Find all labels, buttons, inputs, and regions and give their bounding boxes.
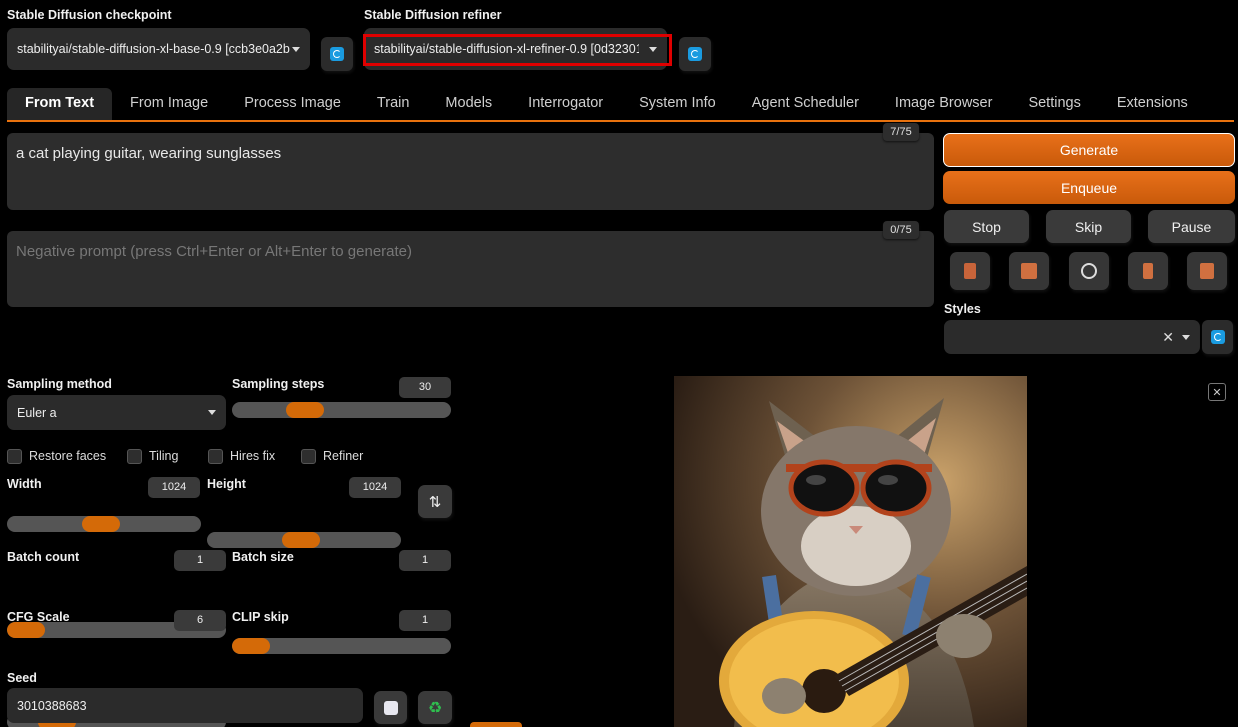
refiner-checkbox-label: Refiner xyxy=(323,449,364,463)
tab-from-image[interactable]: From Image xyxy=(112,88,226,120)
restore-faces-checkbox[interactable] xyxy=(7,449,22,464)
prompt-text: a cat playing guitar, wearing sunglasses xyxy=(16,145,282,162)
globe-icon xyxy=(1081,263,1097,279)
seed-label: Seed xyxy=(7,671,37,685)
batch-size-label: Batch size xyxy=(232,550,294,564)
slider-thumb[interactable] xyxy=(282,532,320,548)
tab-extensions[interactable]: Extensions xyxy=(1099,88,1206,120)
tab-train[interactable]: Train xyxy=(359,88,428,120)
height-label: Height xyxy=(207,477,246,491)
stop-button[interactable]: Stop xyxy=(944,210,1029,243)
dice-icon xyxy=(383,700,398,715)
tab-process-image[interactable]: Process Image xyxy=(226,88,359,120)
sampling-method-dropdown[interactable]: Euler a xyxy=(7,395,226,430)
clear-icon[interactable]: ✕ xyxy=(1162,329,1174,346)
refresh-icon xyxy=(1210,330,1225,344)
tab-system-info[interactable]: System Info xyxy=(621,88,734,120)
tab-interrogator[interactable]: Interrogator xyxy=(510,88,621,120)
tab-settings[interactable]: Settings xyxy=(1010,88,1098,120)
swap-dimensions-button[interactable]: ⇅ xyxy=(418,485,452,518)
notebook-icon xyxy=(1143,263,1153,279)
batch-size-slider[interactable] xyxy=(232,638,451,654)
close-icon: ✕ xyxy=(1212,386,1222,399)
checkpoint-label: Stable Diffusion checkpoint xyxy=(7,8,172,22)
sampling-method-value: Euler a xyxy=(17,405,57,420)
chevron-down-icon xyxy=(208,410,216,415)
sampling-steps-slider[interactable] xyxy=(232,402,451,418)
batch-size-input[interactable]: 1 xyxy=(399,550,451,571)
height-input[interactable]: 1024 xyxy=(349,477,401,498)
close-image-button[interactable]: ✕ xyxy=(1208,383,1226,401)
random-seed-button[interactable] xyxy=(374,691,407,724)
extra-button-partial[interactable] xyxy=(470,722,522,727)
clear-prompt-button[interactable] xyxy=(1187,252,1227,290)
checkpoint-dropdown[interactable]: stabilityai/stable-diffusion-xl-base-0.9… xyxy=(7,28,310,70)
refresh-checkpoint-button[interactable] xyxy=(321,37,353,71)
refiner-highlight-box xyxy=(363,34,672,66)
chevron-down-icon xyxy=(1182,334,1190,340)
arrow-up-icon xyxy=(1021,263,1037,279)
slider-thumb[interactable] xyxy=(286,402,324,418)
main-tabs: From Text From Image Process Image Train… xyxy=(7,88,1234,122)
seed-value: 3010388683 xyxy=(17,698,87,713)
generate-button[interactable]: Generate xyxy=(943,133,1235,167)
negative-prompt-input[interactable]: Negative prompt (press Ctrl+Enter or Alt… xyxy=(7,231,934,307)
reuse-seed-button[interactable]: ♻ xyxy=(418,691,452,724)
refresh-icon xyxy=(688,47,702,61)
tab-from-text[interactable]: From Text xyxy=(7,88,113,120)
sampling-method-label: Sampling method xyxy=(7,377,112,391)
height-slider[interactable] xyxy=(207,532,401,548)
styles-label: Styles xyxy=(944,302,981,316)
negative-prompt-placeholder: Negative prompt (press Ctrl+Enter or Alt… xyxy=(16,243,413,260)
batch-count-label: Batch count xyxy=(7,550,80,564)
extra-networks-button[interactable] xyxy=(1069,252,1109,290)
cfg-scale-label: CFG Scale xyxy=(7,610,70,624)
read-params-button[interactable] xyxy=(950,252,990,290)
refresh-icon xyxy=(330,47,344,61)
clip-skip-label: CLIP skip xyxy=(232,610,289,624)
cat-guitar-image xyxy=(674,376,1027,727)
hires-fix-label: Hires fix xyxy=(230,449,276,463)
slider-thumb[interactable] xyxy=(232,638,270,654)
prompt-token-counter: 7/75 xyxy=(883,123,919,141)
tiling-checkbox[interactable] xyxy=(127,449,142,464)
width-label: Width xyxy=(7,477,42,491)
recycle-icon: ♻ xyxy=(427,699,443,717)
refresh-styles-button[interactable] xyxy=(1202,320,1233,354)
prompt-input[interactable]: a cat playing guitar, wearing sunglasses xyxy=(7,133,934,210)
save-style-button[interactable] xyxy=(1128,252,1168,290)
tab-image-browser[interactable]: Image Browser xyxy=(877,88,1011,120)
sampling-steps-label: Sampling steps xyxy=(232,377,325,391)
tab-models[interactable]: Models xyxy=(427,88,510,120)
book-icon xyxy=(964,263,976,279)
refiner-checkbox[interactable] xyxy=(301,449,316,464)
width-input[interactable]: 1024 xyxy=(148,477,200,498)
tiling-label: Tiling xyxy=(149,449,179,463)
negative-prompt-token-counter: 0/75 xyxy=(883,221,919,239)
chevron-down-icon xyxy=(292,46,300,52)
batch-count-input[interactable]: 1 xyxy=(174,550,226,571)
skip-button[interactable]: Skip xyxy=(1046,210,1131,243)
sampling-steps-input[interactable]: 30 xyxy=(399,377,451,398)
hires-fix-checkbox[interactable] xyxy=(208,449,223,464)
swap-arrows-icon: ⇅ xyxy=(428,493,442,511)
output-image[interactable] xyxy=(674,376,1027,727)
checkpoint-value: stabilityai/stable-diffusion-xl-base-0.9… xyxy=(17,42,290,56)
clip-skip-input[interactable]: 1 xyxy=(399,610,451,631)
pause-button[interactable]: Pause xyxy=(1148,210,1235,243)
width-slider[interactable] xyxy=(7,516,201,532)
refiner-label: Stable Diffusion refiner xyxy=(364,8,502,22)
enqueue-button[interactable]: Enqueue xyxy=(943,171,1235,204)
clipboard-icon xyxy=(1200,263,1214,279)
cfg-scale-input[interactable]: 6 xyxy=(174,610,226,631)
paste-style-button[interactable] xyxy=(1009,252,1049,290)
slider-thumb[interactable] xyxy=(82,516,120,532)
restore-faces-label: Restore faces xyxy=(29,449,107,463)
styles-dropdown[interactable]: ✕ xyxy=(944,320,1200,354)
tab-agent-scheduler[interactable]: Agent Scheduler xyxy=(734,88,877,120)
slider-thumb[interactable] xyxy=(7,622,45,638)
refresh-refiner-button[interactable] xyxy=(679,37,711,71)
seed-input[interactable]: 3010388683 xyxy=(7,688,363,723)
